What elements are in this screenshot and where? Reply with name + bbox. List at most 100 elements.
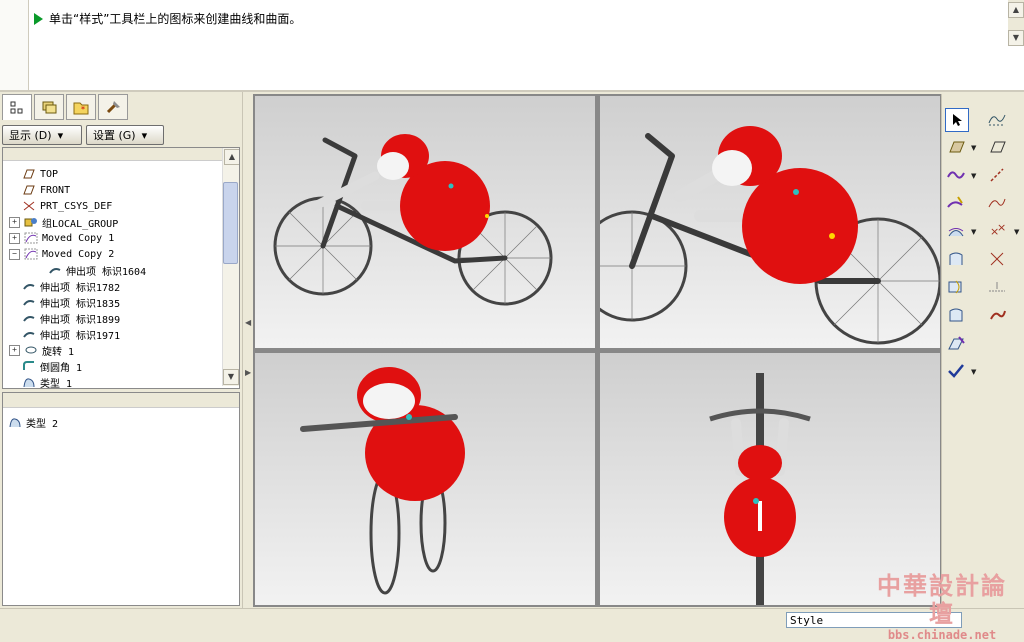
scroll-up-icon[interactable]: ▲ bbox=[224, 149, 239, 165]
navigator-panel: * 显示 (D) ▾ 设置 (G) ▾ TOP FRONT PRT_CSYS_DEF… bbox=[0, 92, 242, 608]
edit-curve-icon[interactable] bbox=[945, 192, 967, 214]
view-top[interactable] bbox=[600, 353, 940, 605]
chevron-down-icon[interactable]: ▼ bbox=[1014, 228, 1019, 236]
tree-header bbox=[3, 148, 239, 161]
coordinate-icon[interactable] bbox=[986, 248, 1008, 270]
scroll-thumb[interactable] bbox=[223, 182, 238, 264]
tree-item[interactable]: + 组LOCAL_GROUP bbox=[3, 214, 146, 230]
tree-item[interactable]: FRONT bbox=[3, 182, 146, 198]
bike-model-closeup bbox=[576, 126, 942, 345]
layers-icon[interactable] bbox=[34, 94, 64, 120]
tree-item-label: 组LOCAL_GROUP bbox=[42, 218, 119, 230]
datum-plane-icon bbox=[21, 184, 37, 197]
boundary-surface-icon[interactable] bbox=[945, 248, 967, 270]
style-toolbar: ▼ ▼ ▼ × × ▼ ▼ bbox=[941, 94, 1024, 607]
tree-item[interactable]: 伸出项 标识1782 bbox=[3, 278, 146, 294]
lower-item-label: 类型 2 bbox=[26, 418, 59, 430]
tree-item[interactable]: 伸出项 标识1971 bbox=[3, 326, 146, 342]
chevron-down-icon: ▾ bbox=[57, 128, 64, 142]
bike-model-top bbox=[709, 373, 811, 605]
tree-item-label: TOP bbox=[40, 168, 59, 180]
scroll-up-icon[interactable]: ▲ bbox=[1008, 2, 1024, 18]
copy-icon bbox=[23, 248, 39, 261]
message-scrollbar[interactable]: ▲ ▼ bbox=[1008, 0, 1024, 46]
collapse-left-icon[interactable]: ◀ bbox=[245, 318, 251, 327]
list-item[interactable]: 类型 2 bbox=[3, 408, 239, 430]
tree-item[interactable]: 倒圆角 1 bbox=[3, 358, 146, 374]
tree-item[interactable]: 伸出项 标识1835 bbox=[3, 294, 146, 310]
protrusion-icon bbox=[21, 312, 37, 325]
datum-plane-icon bbox=[21, 168, 37, 181]
tree-item[interactable]: PRT_CSYS_DEF bbox=[3, 198, 146, 214]
view-isometric[interactable] bbox=[255, 96, 595, 348]
spline-icon[interactable] bbox=[986, 192, 1008, 214]
tree-item[interactable]: − Moved Copy 2 bbox=[3, 246, 146, 262]
connect-icon[interactable] bbox=[986, 304, 1008, 326]
expand-icon[interactable]: + bbox=[9, 344, 20, 356]
view-front[interactable] bbox=[255, 353, 595, 605]
protrusion-icon bbox=[47, 264, 63, 277]
graphics-window[interactable] bbox=[253, 94, 942, 607]
lower-panel: 类型 2 bbox=[2, 392, 240, 606]
point-icon[interactable]: × × bbox=[986, 220, 1008, 242]
navigator-tabs: * bbox=[2, 94, 128, 120]
protrusion-icon bbox=[21, 280, 37, 293]
chevron-down-icon[interactable]: ▼ bbox=[971, 368, 976, 376]
tools-icon[interactable] bbox=[98, 94, 128, 120]
expand-icon[interactable]: + bbox=[9, 216, 20, 228]
expand-right-icon[interactable]: ▶ bbox=[245, 368, 251, 377]
tree-item[interactable]: TOP bbox=[3, 166, 146, 182]
tree-item[interactable]: 类型 1 bbox=[3, 374, 146, 389]
tree-item[interactable]: 伸出项 标识1899 bbox=[3, 310, 146, 326]
tree-item[interactable]: + Moved Copy 1 bbox=[3, 230, 146, 246]
revolve-icon bbox=[23, 344, 39, 357]
tree-item[interactable]: + 旋转 1 bbox=[3, 342, 146, 358]
chevron-down-icon[interactable]: ▼ bbox=[971, 144, 976, 152]
settings-button[interactable]: 设置 (G) ▾ bbox=[86, 125, 164, 145]
active-plane-icon[interactable] bbox=[945, 136, 967, 158]
view-right-iso[interactable] bbox=[576, 96, 942, 348]
scroll-down-icon[interactable]: ▼ bbox=[223, 369, 239, 385]
tree-item-label: 类型 1 bbox=[40, 378, 73, 389]
bike-model-front bbox=[300, 367, 465, 595]
internal-plane-icon[interactable] bbox=[986, 136, 1008, 158]
tree-item-label: FRONT bbox=[40, 184, 71, 196]
panel-splitter[interactable]: ◀ ▶ bbox=[242, 92, 253, 608]
style-icon bbox=[7, 416, 23, 429]
display-button[interactable]: 显示 (D) ▾ bbox=[2, 125, 82, 145]
tree-item-label: 伸出项 标识1899 bbox=[40, 314, 121, 326]
select-arrow-icon[interactable] bbox=[945, 108, 969, 132]
trim-surface-icon[interactable] bbox=[945, 276, 967, 298]
collapse-icon[interactable]: − bbox=[9, 248, 20, 260]
model-tree-icon[interactable] bbox=[2, 94, 32, 120]
surface-connect-icon[interactable] bbox=[945, 332, 967, 354]
message-area: 单击“样式”工具栏上的图标来创建曲线和曲面。 ▲ ▼ bbox=[0, 0, 1024, 92]
edit-surface-icon[interactable] bbox=[945, 304, 967, 326]
arrow-right-icon bbox=[34, 12, 43, 25]
line-icon[interactable] bbox=[986, 164, 1008, 186]
checkmark-icon[interactable] bbox=[945, 360, 967, 382]
chevron-down-icon: ▾ bbox=[141, 128, 148, 142]
curve-analysis-icon[interactable] bbox=[986, 108, 1008, 130]
settings-button-label: 设置 (G) bbox=[93, 129, 136, 142]
curve-icon[interactable] bbox=[945, 164, 967, 186]
chevron-down-icon[interactable]: ▼ bbox=[971, 172, 976, 180]
tree-item-label: PRT_CSYS_DEF bbox=[40, 200, 113, 212]
chevron-down-icon[interactable]: ▼ bbox=[971, 228, 976, 236]
scroll-down-icon[interactable]: ▼ bbox=[1008, 30, 1024, 46]
folder-star-icon[interactable]: * bbox=[66, 94, 96, 120]
datum-line-icon[interactable] bbox=[986, 276, 1008, 298]
tree-item[interactable]: 伸出项 标识1604 bbox=[3, 262, 146, 278]
surface-icon[interactable] bbox=[945, 220, 967, 242]
message-text: 单击“样式”工具栏上的图标来创建曲线和曲面。 bbox=[49, 12, 302, 26]
tree-scrollbar[interactable]: ▲ ▼ bbox=[222, 148, 239, 386]
expand-icon[interactable]: + bbox=[9, 232, 20, 244]
tree-item-label: 伸出项 标识1782 bbox=[40, 282, 121, 294]
tree-item-label: 伸出项 标识1835 bbox=[40, 298, 121, 310]
